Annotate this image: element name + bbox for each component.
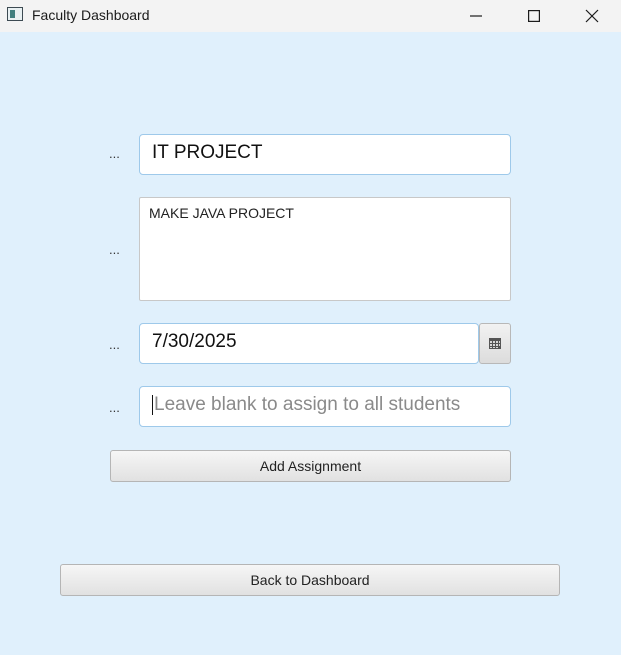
due-date-input[interactable]: 7/30/2025 — [139, 323, 479, 364]
student-input-placeholder: Leave blank to assign to all students — [154, 394, 461, 415]
description-value: MAKE JAVA PROJECT — [149, 205, 294, 221]
window-title: Faculty Dashboard — [32, 7, 150, 23]
date-picker-button[interactable] — [479, 323, 511, 364]
text-caret — [152, 395, 153, 415]
minimize-button[interactable] — [447, 0, 505, 32]
description-textarea[interactable]: MAKE JAVA PROJECT — [139, 197, 511, 301]
back-to-dashboard-button[interactable]: Back to Dashboard — [60, 564, 560, 596]
title-input[interactable]: IT PROJECT — [139, 134, 511, 175]
close-button[interactable] — [563, 0, 621, 32]
title-bar: Faculty Dashboard — [0, 0, 621, 32]
add-assignment-label: Add Assignment — [259, 458, 362, 474]
close-icon — [585, 9, 599, 23]
student-field-label: ... — [109, 400, 120, 415]
description-field-label: ... — [109, 242, 120, 257]
due-date-field-label: ... — [109, 337, 120, 352]
calendar-icon — [489, 338, 501, 349]
due-date-value: 7/30/2025 — [152, 331, 237, 352]
back-to-dashboard-label: Back to Dashboard — [250, 572, 370, 588]
maximize-icon — [528, 10, 540, 22]
form-panel: ... IT PROJECT ... MAKE JAVA PROJECT ...… — [0, 32, 621, 655]
minimize-icon — [470, 15, 482, 17]
add-assignment-button[interactable]: Add Assignment — [110, 450, 511, 482]
app-window-icon — [7, 7, 23, 21]
title-field-label: ... — [109, 146, 120, 161]
title-input-value: IT PROJECT — [152, 142, 263, 163]
maximize-button[interactable] — [505, 0, 563, 32]
student-input[interactable]: Leave blank to assign to all students — [139, 386, 511, 427]
